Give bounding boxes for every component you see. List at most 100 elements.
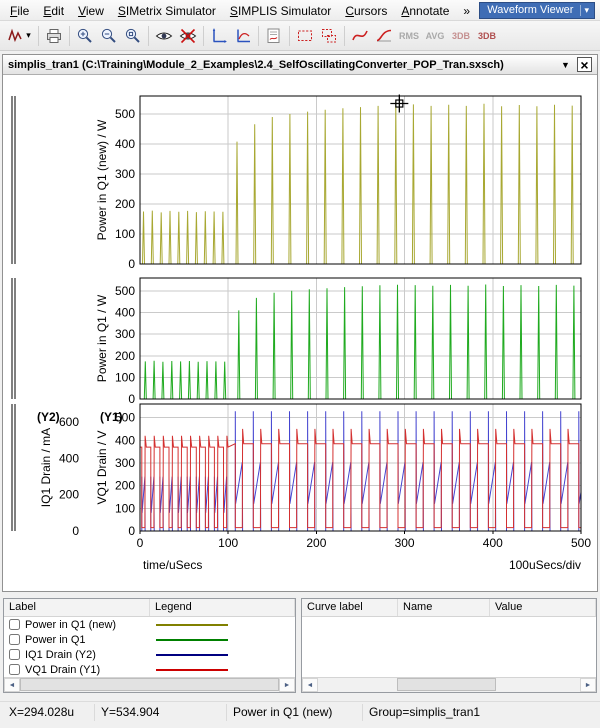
eye-icon xyxy=(155,27,173,45)
graph-title: simplis_tran1 (C:\Training\Module_2_Exam… xyxy=(8,59,504,71)
legend-row[interactable]: Power in Q1 xyxy=(4,632,295,647)
column-header-value[interactable]: Value xyxy=(490,599,596,616)
scroll-thumb[interactable] xyxy=(397,678,497,691)
zoom-fit-button[interactable] xyxy=(121,24,145,48)
zoom-out-button[interactable] xyxy=(97,24,121,48)
svg-text:200: 200 xyxy=(115,349,135,363)
legend-sample-cell xyxy=(150,624,295,626)
curve-visibility-checkbox[interactable] xyxy=(9,619,20,630)
legend-sample-cell xyxy=(150,654,295,656)
menu-simetrix-simulator[interactable]: SIMetrix Simulator xyxy=(111,1,223,20)
axes-curve-icon xyxy=(234,27,252,45)
curve-color-line xyxy=(156,654,228,656)
svg-text:300: 300 xyxy=(115,167,135,181)
svg-text:400: 400 xyxy=(59,451,79,465)
annotate-text-button[interactable] xyxy=(262,24,286,48)
graph-titlebar[interactable]: simplis_tran1 (C:\Training\Module_2_Exam… xyxy=(3,55,597,75)
legend-label-cell: VQ1 Drain (Y1) xyxy=(4,664,150,676)
legend-horizontal-scrollbar[interactable]: ◄ ► xyxy=(4,677,295,692)
curve-label: IQ1 Drain (Y2) xyxy=(25,649,96,661)
red-curve-icon xyxy=(351,27,369,45)
svg-text:Power in Q1 / W: Power in Q1 / W xyxy=(95,294,109,382)
legend-label-cell: Power in Q1 xyxy=(4,634,150,646)
curve-visibility-checkbox[interactable] xyxy=(9,664,20,675)
menu-edit[interactable]: Edit xyxy=(36,1,71,20)
hide-curves-button[interactable] xyxy=(176,24,200,48)
column-header-label[interactable]: Label xyxy=(4,599,150,616)
curve-label: Power in Q1 xyxy=(25,634,86,646)
db3-measure-alt-button[interactable]: 3DB xyxy=(474,31,500,41)
menu-file[interactable]: File xyxy=(3,1,36,20)
legend-row[interactable]: Power in Q1 (new) xyxy=(4,617,295,632)
svg-text:400: 400 xyxy=(115,306,135,320)
curve-measure-alt-button[interactable] xyxy=(372,24,396,48)
menu-cursors[interactable]: Cursors xyxy=(338,1,394,20)
avg-measure-button[interactable]: AVG xyxy=(422,31,448,41)
scroll-track[interactable] xyxy=(20,678,279,692)
print-button[interactable] xyxy=(42,24,66,48)
toolbar-separator xyxy=(38,26,39,46)
column-header-name[interactable]: Name xyxy=(398,599,490,616)
column-header-curve-label[interactable]: Curve label xyxy=(302,599,398,616)
scroll-thumb[interactable] xyxy=(20,678,279,691)
svg-text:(Y1): (Y1) xyxy=(100,410,123,424)
legend-row[interactable]: VQ1 Drain (Y1) xyxy=(4,662,295,677)
db3-measure-button[interactable]: 3DB xyxy=(448,31,474,41)
waveform-plots[interactable]: 0100200300400500Power in Q1 (new) / W010… xyxy=(3,75,597,591)
menu-annotate[interactable]: Annotate xyxy=(394,1,456,20)
curve-visibility-checkbox[interactable] xyxy=(9,634,20,645)
svg-text:IQ1 Drain / mA: IQ1 Drain / mA xyxy=(39,428,53,507)
zoom-select-button[interactable] xyxy=(293,24,317,48)
graph-window: simplis_tran1 (C:\Training\Module_2_Exam… xyxy=(2,54,598,592)
svg-text:200: 200 xyxy=(306,536,326,550)
scroll-track[interactable] xyxy=(318,678,580,692)
legend-list: Power in Q1 (new) Power in Q1 IQ1 Drain … xyxy=(4,617,295,677)
svg-text:400: 400 xyxy=(115,433,135,447)
menu-simplis-simulator[interactable]: SIMPLIS Simulator xyxy=(223,1,338,20)
scroll-right-arrow[interactable]: ► xyxy=(279,678,295,692)
svg-text:600: 600 xyxy=(59,415,79,429)
legend-panel: Label Legend Power in Q1 (new) Power in … xyxy=(3,598,296,693)
scroll-left-arrow[interactable]: ◄ xyxy=(4,678,20,692)
legend-sample-cell xyxy=(150,669,295,671)
svg-text:0: 0 xyxy=(72,524,79,538)
curve-measure-button[interactable] xyxy=(348,24,372,48)
svg-text:100: 100 xyxy=(115,227,135,241)
legend-sample-cell xyxy=(150,639,295,641)
chevron-down-icon: ▾ xyxy=(580,5,592,16)
curve-color-line xyxy=(156,624,228,626)
axes-icon xyxy=(210,27,228,45)
svg-text:0: 0 xyxy=(128,524,135,538)
close-graph-button[interactable]: × xyxy=(577,57,592,72)
status-bar: X=294.028u Y=534.904 Power in Q1 (new) G… xyxy=(0,701,600,723)
graph-menu-button[interactable]: ▼ xyxy=(558,57,573,72)
values-horizontal-scrollbar[interactable]: ◄ ► xyxy=(302,677,596,692)
svg-text:400: 400 xyxy=(483,536,503,550)
zoom-in-icon xyxy=(76,27,94,45)
add-grid-button[interactable] xyxy=(231,24,255,48)
rms-measure-button[interactable]: RMS xyxy=(396,31,422,41)
annotation-page-icon xyxy=(265,27,283,45)
legend-row[interactable]: IQ1 Drain (Y2) xyxy=(4,647,295,662)
curve-visibility-checkbox[interactable] xyxy=(9,649,20,660)
scroll-left-arrow[interactable]: ◄ xyxy=(302,678,318,692)
curve-color-line xyxy=(156,639,228,641)
menu-view[interactable]: View xyxy=(71,1,111,20)
values-list-empty xyxy=(302,617,596,677)
menu-overflow-chevron[interactable]: » xyxy=(456,1,477,20)
curve-label: Power in Q1 (new) xyxy=(25,619,116,631)
scroll-right-arrow[interactable]: ► xyxy=(580,678,596,692)
waveform-viewer-combo[interactable]: Waveform Viewer ▾ xyxy=(479,2,595,19)
waveform-plot-area[interactable]: 0100200300400500Power in Q1 (new) / W010… xyxy=(3,75,597,591)
add-axis-button[interactable] xyxy=(207,24,231,48)
show-curves-button[interactable] xyxy=(152,24,176,48)
copy-region-button[interactable] xyxy=(317,24,341,48)
svg-text:400: 400 xyxy=(115,137,135,151)
svg-text:500: 500 xyxy=(115,107,135,121)
legend-label-cell: Power in Q1 (new) xyxy=(4,619,150,631)
svg-text:Power in Q1 (new) / W: Power in Q1 (new) / W xyxy=(95,119,109,240)
zoom-in-button[interactable] xyxy=(73,24,97,48)
column-header-legend[interactable]: Legend xyxy=(150,599,295,616)
svg-text:300: 300 xyxy=(395,536,415,550)
graph-select-dropdown[interactable]: ▾ xyxy=(3,24,35,48)
